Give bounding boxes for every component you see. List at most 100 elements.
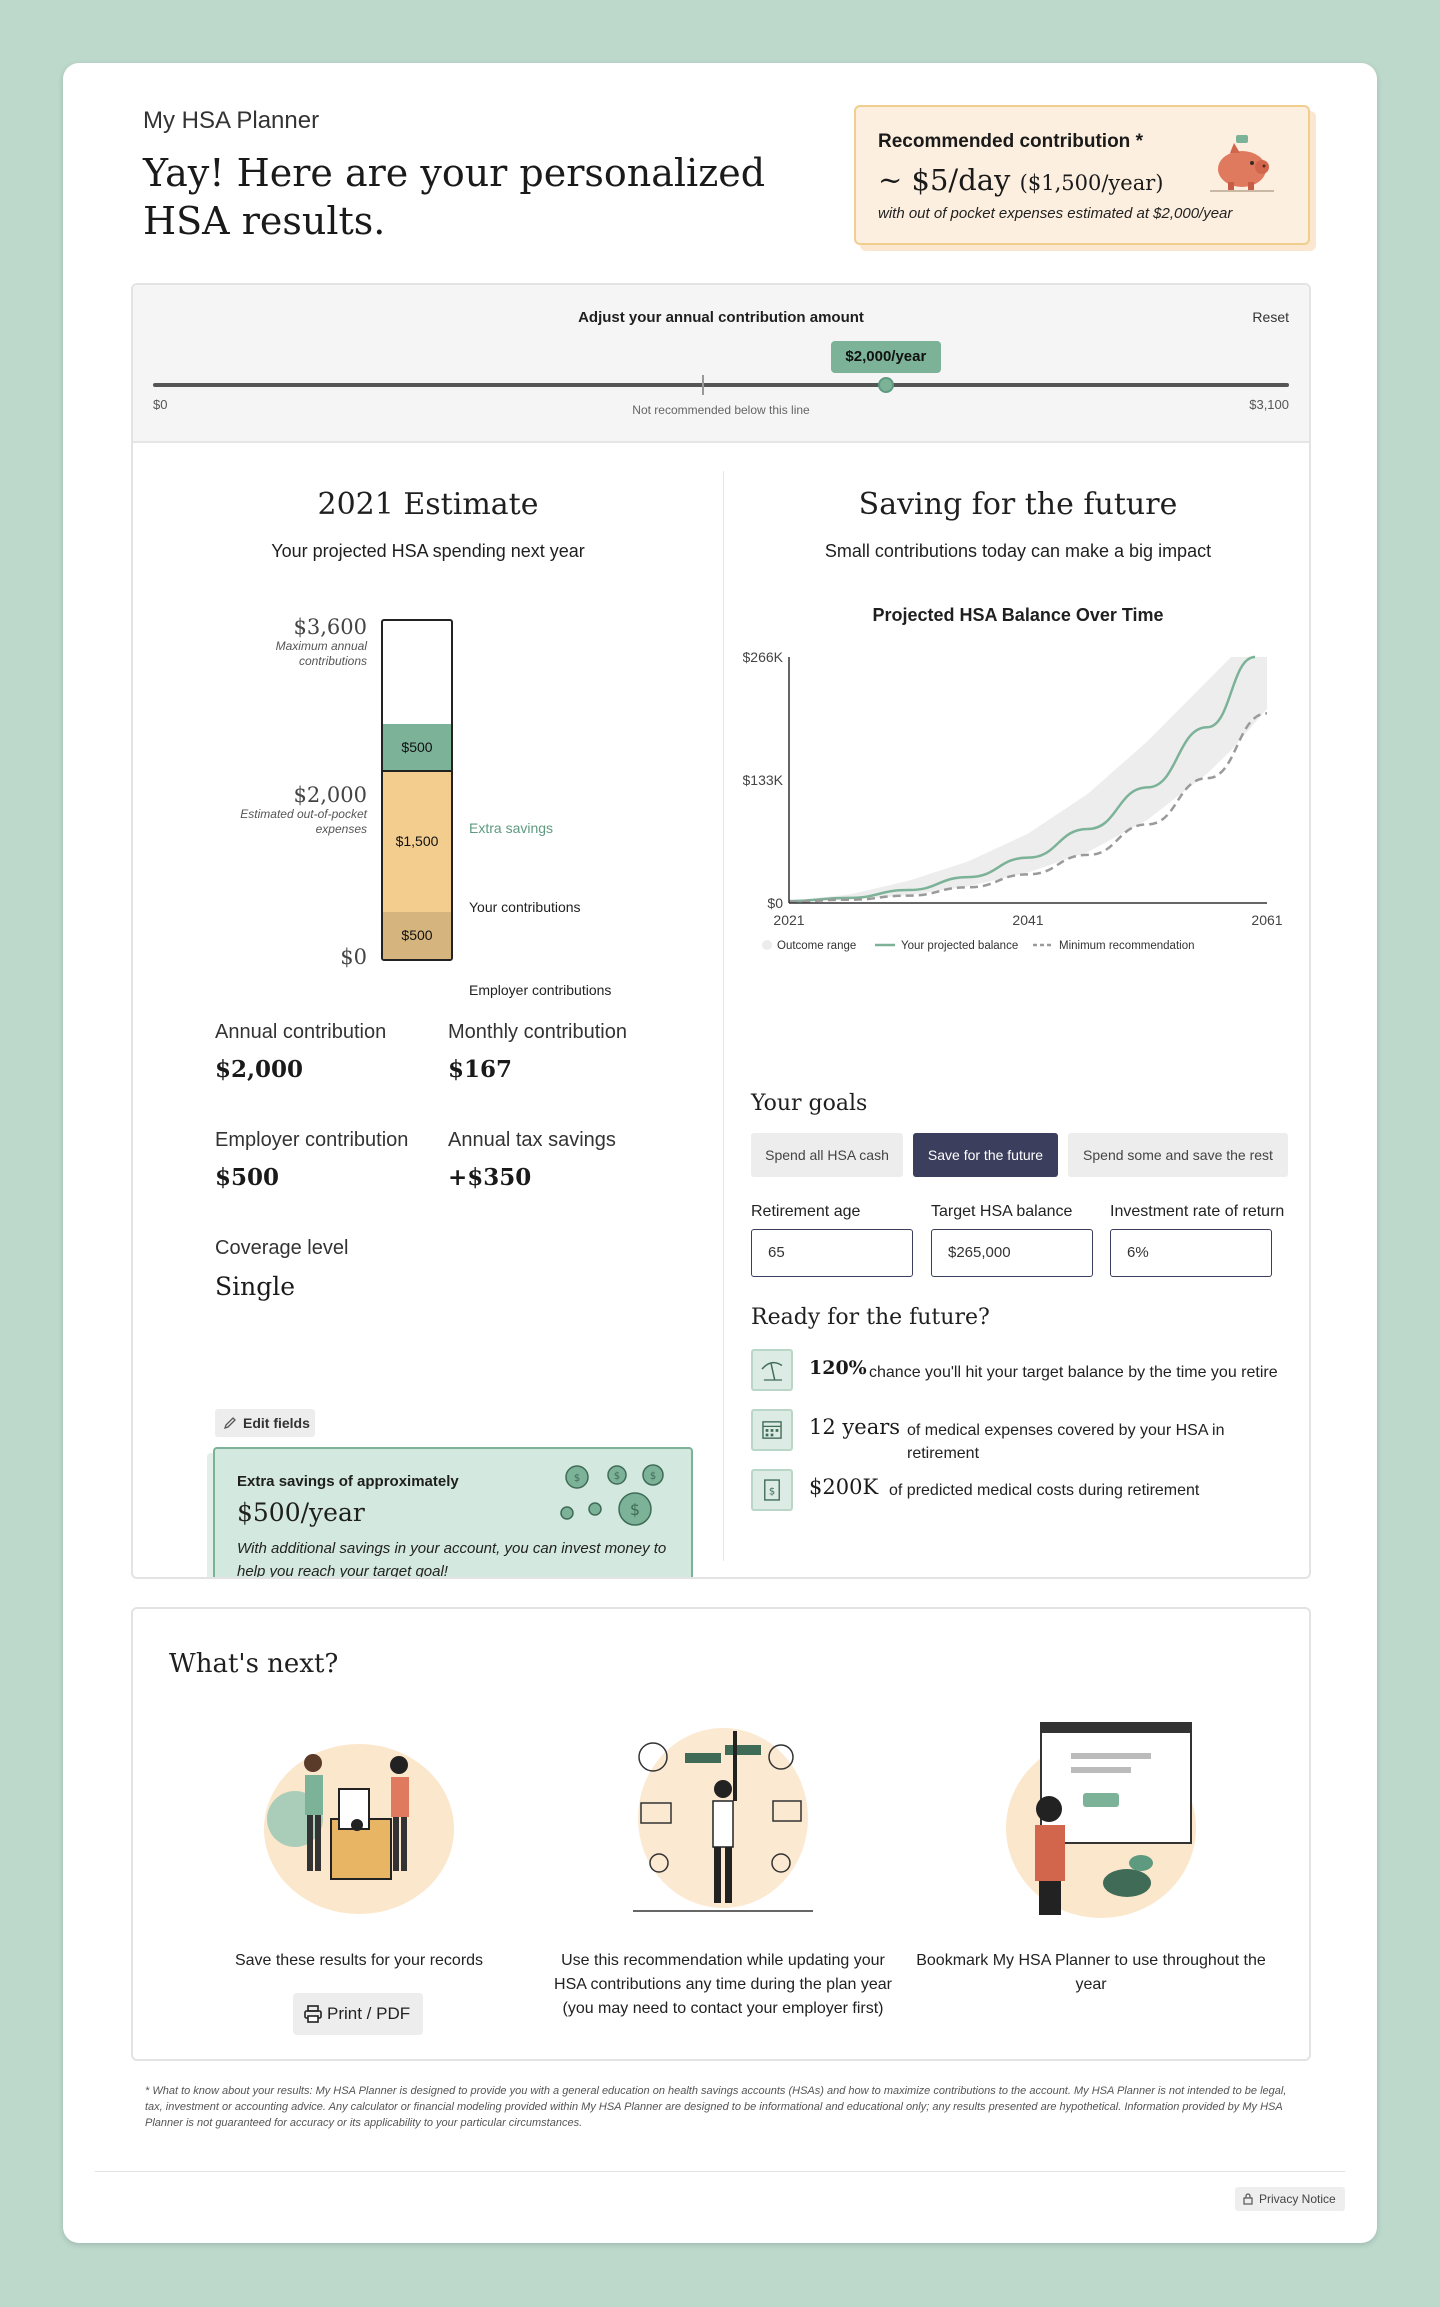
target-balance-label: Target HSA balance xyxy=(931,1203,1073,1220)
y-tick-label: $0 xyxy=(767,895,783,911)
print-pdf-label: Print / PDF xyxy=(327,2004,411,2023)
goals-title: Your goals xyxy=(751,1091,868,1116)
printer-icon xyxy=(304,2005,322,2023)
extra-savings-note: With additional savings in your account,… xyxy=(237,1540,667,1579)
ready-item-years: 12 years of medical expenses covered by … xyxy=(751,1409,1291,1465)
slider-title: Adjust your annual contribution amount xyxy=(578,309,864,326)
ready-costs-text: of predicted medical costs during retire… xyxy=(889,1482,1200,1499)
ready-years-value: 12 years xyxy=(809,1415,901,1439)
stat-coverage-value: Single xyxy=(215,1272,296,1301)
stat-monthly-value: $167 xyxy=(448,1056,513,1083)
legend-extra-savings: Extra savings xyxy=(469,820,554,836)
goal-option-spend-all[interactable]: Spend all HSA cash xyxy=(751,1133,903,1177)
y-label-zero-value: $0 xyxy=(340,945,367,969)
stat-annual-value: $2,000 xyxy=(215,1056,304,1083)
privacy-notice-link[interactable]: Privacy Notice xyxy=(1235,2187,1345,2211)
column-divider xyxy=(723,471,724,1561)
segment-employer-contributions: $500 xyxy=(383,912,451,959)
ready-chance-value: 120% xyxy=(809,1357,867,1379)
main-card: My HSA Planner Yay! Here are your person… xyxy=(63,63,1377,2243)
pencil-icon xyxy=(223,1417,236,1430)
rec-note: with out of pocket expenses estimated at… xyxy=(878,205,1233,222)
decision-signpost-illustration xyxy=(633,1728,813,1912)
retirement-age-input[interactable]: 65 xyxy=(751,1229,913,1277)
projected-balance-chart: $0 $133K $266K 2021 2041 2061 Outcome range You… xyxy=(743,649,1283,952)
coins-icon: $ $ $ $ xyxy=(560,1464,664,1526)
goal-option-spend-some[interactable]: Spend some and save the rest xyxy=(1068,1133,1288,1177)
whats-next-title: What's next? xyxy=(169,1649,339,1679)
beach-umbrella-icon xyxy=(751,1349,793,1391)
stat-tax: Annual tax savings +$350 xyxy=(448,1129,616,1191)
y-label-max-desc: Maximum annual contributions xyxy=(275,639,367,668)
legend-employer-contributions: Employer contributions xyxy=(469,982,612,998)
y-label-mid: $2,000 Estimated out-of-pocket expenses xyxy=(227,783,367,837)
stat-coverage-label: Coverage level xyxy=(215,1237,349,1259)
piggy-bank-icon xyxy=(1210,135,1274,192)
app-title: My HSA Planner xyxy=(143,107,320,134)
legend-label: Minimum recommendation xyxy=(1059,940,1195,952)
svg-text:$: $ xyxy=(574,1473,580,1484)
stat-coverage: Coverage level Single xyxy=(215,1237,348,1301)
slider-thumb[interactable] xyxy=(877,377,894,393)
results-panel: Adjust your annual contribution amount R… xyxy=(131,283,1311,1579)
footer-divider xyxy=(95,2171,1345,2172)
svg-text:$: $ xyxy=(630,1500,640,1519)
page-title: Yay! Here are your personalized HSA resu… xyxy=(143,151,766,243)
whats-next-panel: What's next? Save these results for your… xyxy=(131,1607,1311,2061)
disclaimer: * What to know about your results: My HS… xyxy=(145,2085,1287,2129)
recommended-contribution-box: Recommended contribution * ~ $5/day ($1,… xyxy=(854,105,1310,245)
stat-employer: Employer contribution $500 xyxy=(215,1129,408,1191)
slider-threshold-note: Not recommended below this line xyxy=(632,403,810,417)
outcome-range-band xyxy=(789,657,1267,902)
svg-text:$: $ xyxy=(614,1471,620,1482)
slider-threshold-tick xyxy=(701,375,704,395)
edit-fields-button[interactable]: Edit fields xyxy=(215,1409,315,1437)
y-tick-label: $133K xyxy=(743,772,784,788)
retirement-age-label: Retirement age xyxy=(751,1203,861,1220)
ready-item-chance: 120% chance you'll hit your target balan… xyxy=(751,1349,1291,1395)
segment-extra-savings: $500 xyxy=(383,724,451,772)
print-pdf-button[interactable]: Print / PDF xyxy=(293,1993,423,2035)
next-text-update: Use this recommendation while updating y… xyxy=(554,1952,892,2017)
woman-browser-illustration xyxy=(1006,1722,1196,1918)
slider-max-label: $3,100 xyxy=(1249,397,1289,412)
slider-value-bubble: $2,000/year xyxy=(830,341,941,373)
people-filing-illustration xyxy=(264,1744,454,1914)
rate-of-return-input[interactable]: 6% xyxy=(1110,1229,1272,1277)
svg-text:$: $ xyxy=(650,1471,656,1482)
estimate-subtitle: Your projected HSA spending next year xyxy=(271,541,585,561)
legend-your-contributions: Your contributions xyxy=(469,899,581,915)
svg-text:$: $ xyxy=(769,1487,775,1498)
stat-annual: Annual contribution $2,000 xyxy=(215,1021,386,1083)
y-label-max: $3,600 Maximum annual contributions xyxy=(227,615,367,669)
ready-years-text: of medical expenses covered by your HSA … xyxy=(907,1422,1225,1462)
legend-swatch xyxy=(762,940,772,950)
target-balance-input[interactable]: $265,000 xyxy=(931,1229,1093,1277)
y-label-mid-desc: Estimated out-of-pocket expenses xyxy=(240,807,367,836)
lock-icon xyxy=(1243,2193,1253,2205)
stat-tax-label: Annual tax savings xyxy=(448,1129,616,1151)
legend-label: Your projected balance xyxy=(901,940,1018,952)
x-tick-label: 2041 xyxy=(1012,912,1043,928)
contribution-stack-bar: $500 $1,500 $500 xyxy=(381,619,453,961)
y-tick-label: $266K xyxy=(743,649,784,665)
dollar-document-icon: $ xyxy=(751,1469,793,1511)
ready-item-costs: $ $200K of predicted medical costs durin… xyxy=(751,1469,1291,1515)
extra-savings-box: Extra savings of approximately $500/year… xyxy=(213,1447,693,1579)
legend-label: Outcome range xyxy=(777,940,856,952)
next-text-bookmark: Bookmark My HSA Planner to use throughou… xyxy=(916,1952,1266,1993)
stat-monthly: Monthly contribution $167 xyxy=(448,1021,627,1083)
rate-of-return-label: Investment rate of return xyxy=(1110,1203,1285,1220)
stat-monthly-label: Monthly contribution xyxy=(448,1021,627,1043)
stat-annual-label: Annual contribution xyxy=(215,1021,387,1043)
ready-costs-value: $200K xyxy=(809,1475,879,1499)
reset-link[interactable]: Reset xyxy=(1252,309,1289,325)
estimate-title: 2021 Estimate xyxy=(317,487,539,522)
privacy-notice-label: Privacy Notice xyxy=(1259,2192,1336,2206)
slider-track[interactable] xyxy=(153,383,1289,387)
stat-employer-value: $500 xyxy=(215,1164,280,1191)
edit-fields-label: Edit fields xyxy=(243,1415,310,1431)
y-label-max-value: $3,600 xyxy=(293,615,367,639)
goal-option-save-future[interactable]: Save for the future xyxy=(913,1133,1058,1177)
x-tick-label: 2061 xyxy=(1251,912,1282,928)
